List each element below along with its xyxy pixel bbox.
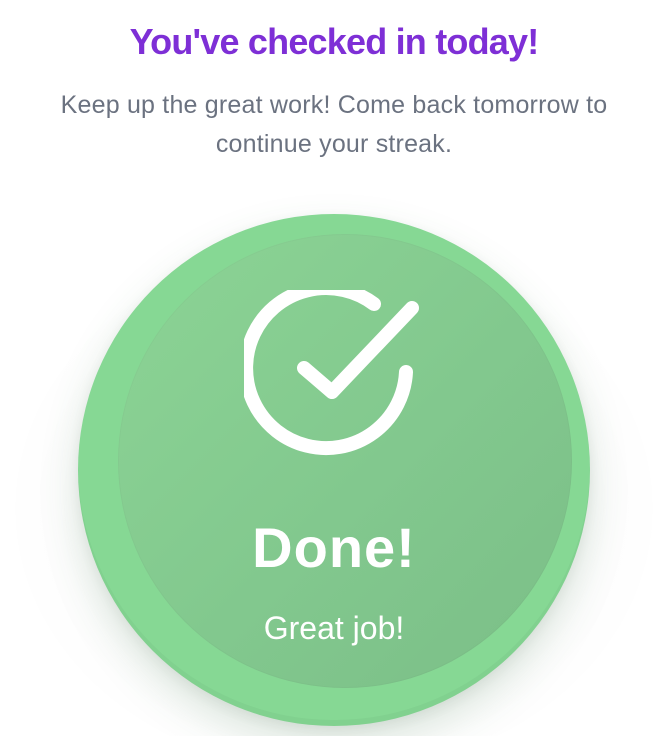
page-title: You've checked in today! xyxy=(129,21,540,62)
check-circle-icon xyxy=(244,290,419,456)
check-circle-ring xyxy=(244,290,413,456)
check-mark xyxy=(297,301,419,399)
page-subtitle: Keep up the great work! Come back tomorr… xyxy=(60,91,608,158)
done-sublabel: Great job! xyxy=(263,610,405,646)
done-button[interactable]: Done! Great job! xyxy=(78,214,590,726)
done-label: Done! xyxy=(252,516,416,579)
